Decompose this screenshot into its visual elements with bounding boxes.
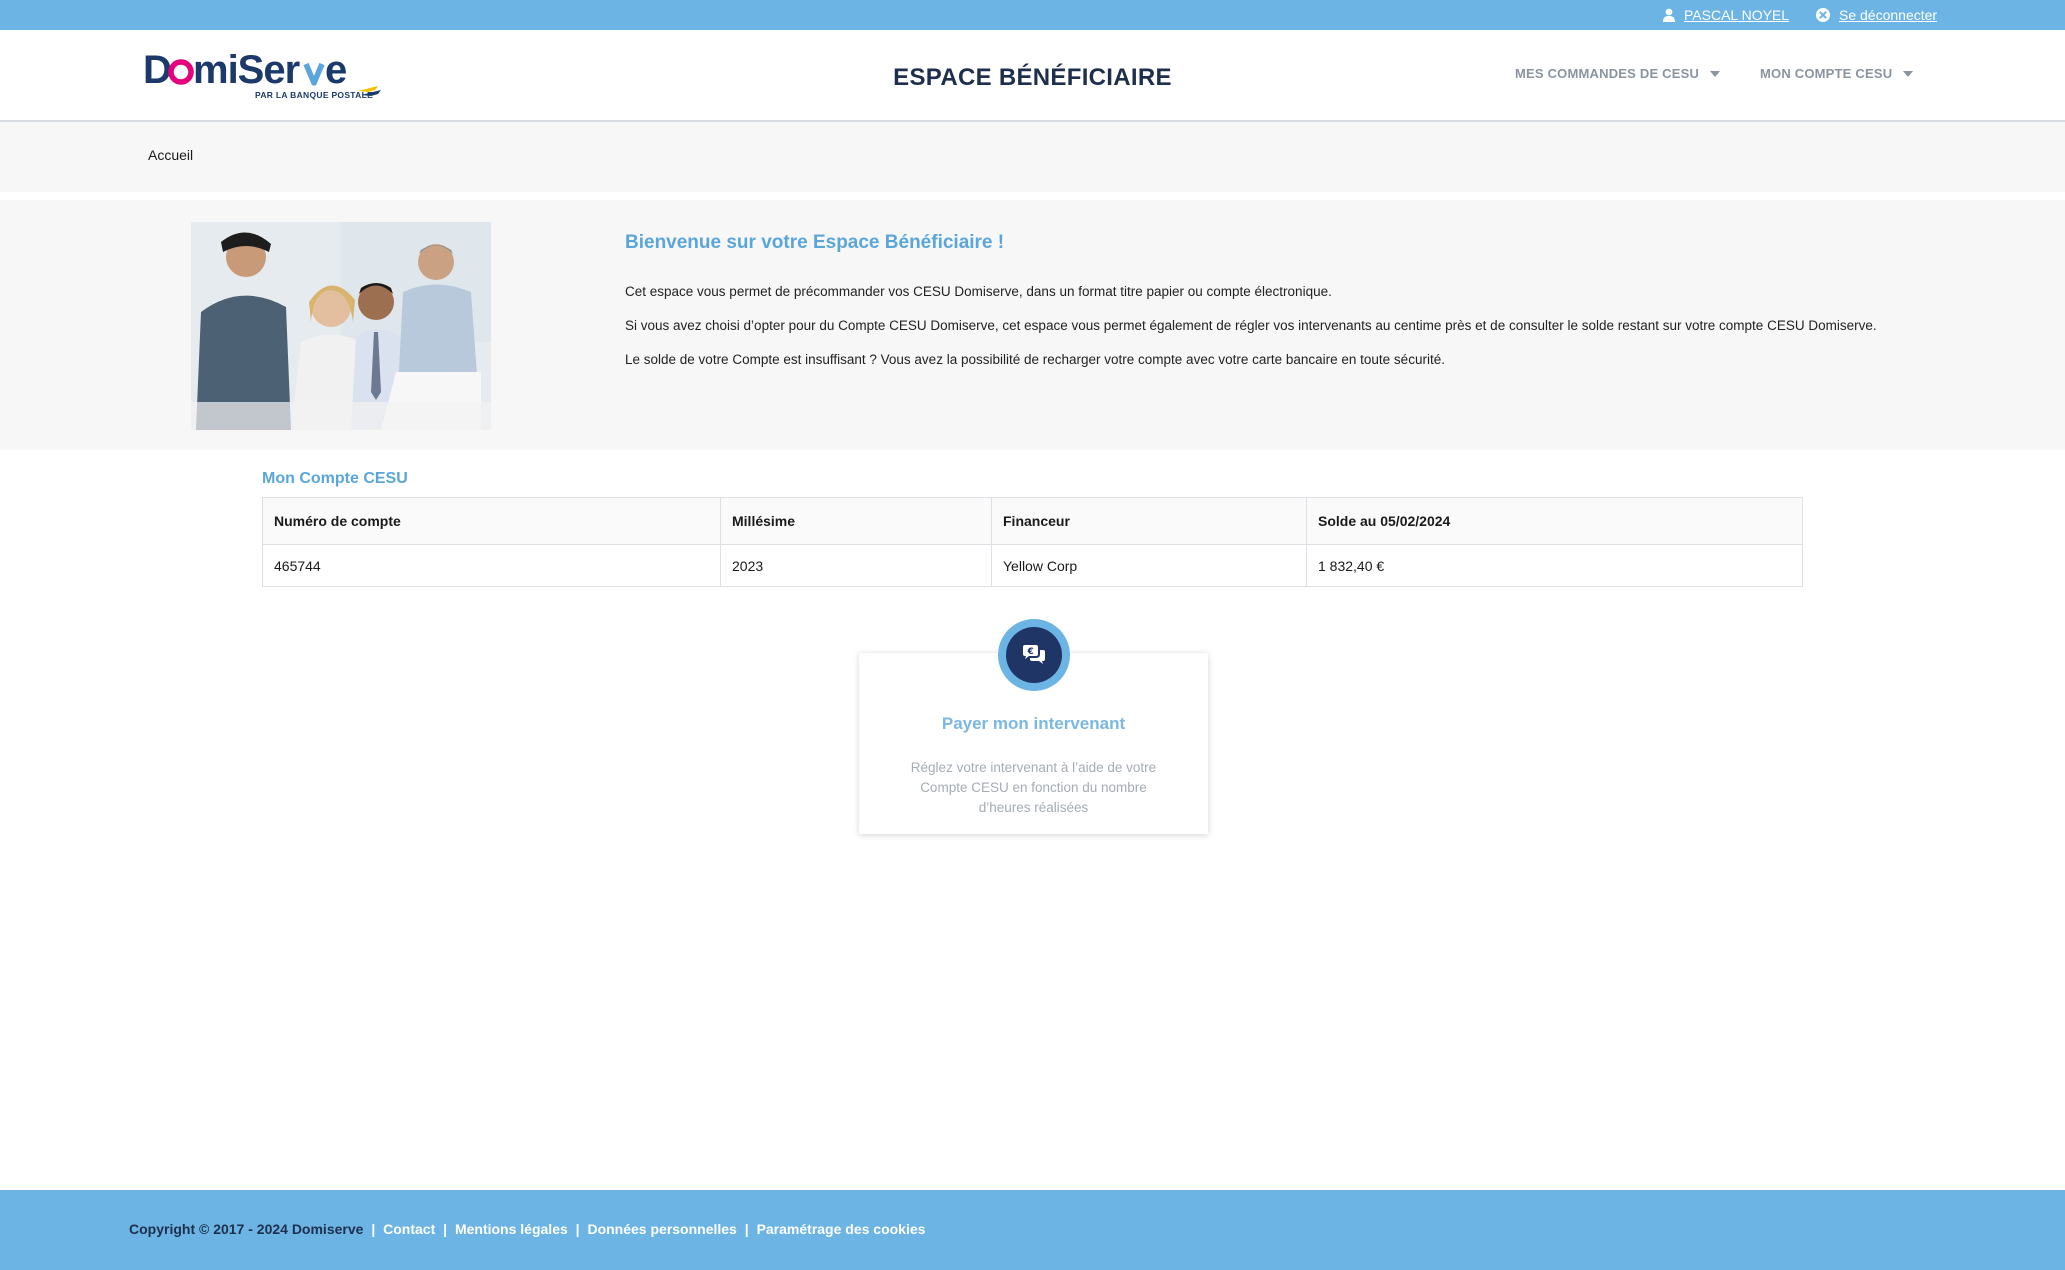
chevron-down-icon xyxy=(1903,70,1914,77)
table-header-row: Numéro de compte Millésime Financeur Sol… xyxy=(262,497,1803,545)
account-number: 465744 xyxy=(262,544,721,587)
footer-link-cookies[interactable]: Paramétrage des cookies xyxy=(757,1221,926,1237)
footer: Copyright © 2017 - 2024 Domiserve | Cont… xyxy=(0,1190,2065,1270)
welcome-paragraph: Si vous avez choisi d’opter pour du Comp… xyxy=(625,318,1877,333)
nav-mes-commandes[interactable]: MES COMMANDES DE CESU xyxy=(1515,66,1721,81)
separator: | xyxy=(744,1221,749,1237)
account-funder: Yellow Corp xyxy=(991,544,1307,587)
top-bar: PASCAL NOYEL Se déconnecter xyxy=(0,0,2065,30)
nav-mes-commandes-label[interactable]: MES COMMANDES DE CESU xyxy=(1515,66,1699,81)
welcome-paragraph: Cet espace vous permet de précommander v… xyxy=(625,284,1332,299)
user-name[interactable]: PASCAL NOYEL xyxy=(1684,7,1789,23)
account-section-title: Mon Compte CESU xyxy=(262,470,408,487)
breadcrumb-home[interactable]: Accueil xyxy=(148,147,193,163)
account-balance: 1 832,40 € xyxy=(1306,544,1803,587)
breadcrumb: Accueil xyxy=(0,122,2065,192)
column-header: Millésime xyxy=(720,497,992,545)
account-table: Numéro de compte Millésime Financeur Sol… xyxy=(262,497,1803,587)
column-header: Financeur xyxy=(991,497,1307,545)
user-link[interactable]: PASCAL NOYEL xyxy=(1663,0,1789,30)
logout-label[interactable]: Se déconnecter xyxy=(1839,7,1937,23)
header: D miSer e PAR LA BANQUE POSTALE ESPACE B… xyxy=(0,30,2065,122)
chevron-down-icon xyxy=(1710,70,1721,77)
nav-mon-compte[interactable]: MON COMPTE CESU xyxy=(1760,66,1914,81)
column-header: Solde au 05/02/2024 xyxy=(1306,497,1803,545)
user-icon xyxy=(1663,8,1675,22)
footer-link-contact[interactable]: Contact xyxy=(383,1221,435,1237)
account-vintage: 2023 xyxy=(720,544,992,587)
copyright: Copyright © 2017 - 2024 Domiserve xyxy=(129,1221,364,1237)
footer-link-donnees[interactable]: Données personnelles xyxy=(587,1221,736,1237)
card-description: Réglez votre intervenant à l’aide de vot… xyxy=(910,760,1157,815)
close-circle-icon xyxy=(1816,8,1830,22)
svg-text:€: € xyxy=(1027,647,1034,657)
welcome-paragraph: Le solde de votre Compte est insuffisant… xyxy=(625,352,1445,367)
column-header: Numéro de compte xyxy=(262,497,721,545)
separator: | xyxy=(575,1221,580,1237)
footer-links: Copyright © 2017 - 2024 Domiserve | Cont… xyxy=(129,1221,925,1237)
welcome-section: Bienvenue sur votre Espace Bénéficiaire … xyxy=(0,200,2065,450)
team-photo xyxy=(191,222,491,430)
logout-link[interactable]: Se déconnecter xyxy=(1816,0,1937,30)
separator: | xyxy=(443,1221,448,1237)
nav-mon-compte-label[interactable]: MON COMPTE CESU xyxy=(1760,66,1892,81)
welcome-heading: Bienvenue sur votre Espace Bénéficiaire … xyxy=(625,232,1005,253)
table-row: 465744 2023 Yellow Corp 1 832,40 € xyxy=(262,544,1803,587)
separator: | xyxy=(371,1221,376,1237)
chat-bubbles-euro-icon: € xyxy=(1006,627,1062,683)
card-badge: € xyxy=(998,619,1070,691)
card-title[interactable]: Payer mon intervenant xyxy=(859,714,1208,734)
page-title: ESPACE BÉNÉFICIAIRE xyxy=(893,64,1172,91)
footer-link-mentions[interactable]: Mentions légales xyxy=(455,1221,568,1237)
